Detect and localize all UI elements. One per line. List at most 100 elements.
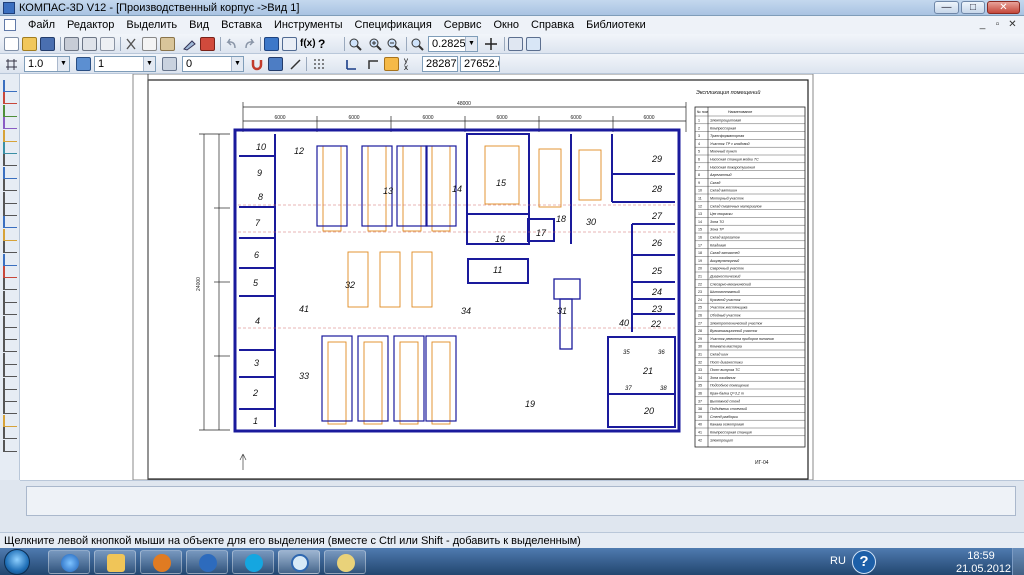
- menu-item[interactable]: Справка: [525, 18, 580, 32]
- drawing-tool-icon[interactable]: [3, 439, 17, 452]
- drawing-tool-icon[interactable]: [3, 104, 17, 117]
- ortho-icon[interactable]: [288, 57, 303, 71]
- drawing-tool-icon[interactable]: [3, 427, 17, 440]
- mdi-close-icon[interactable]: ✕: [1006, 19, 1019, 31]
- taskbar-kompas[interactable]: [278, 550, 320, 574]
- snap-magnet-icon[interactable]: [250, 57, 265, 71]
- zoom-out-icon[interactable]: [386, 37, 401, 51]
- properties-icon[interactable]: [200, 37, 215, 51]
- drawing-tool-icon[interactable]: [3, 154, 17, 167]
- minimize-button[interactable]: —: [934, 1, 959, 14]
- coord-y-field[interactable]: 27652.6: [460, 56, 500, 72]
- manager-icon[interactable]: [264, 37, 279, 51]
- menu-item[interactable]: Библиотеки: [580, 18, 652, 32]
- drawing-tool-icon[interactable]: [3, 117, 17, 130]
- drawing-tool-icon[interactable]: [3, 402, 17, 415]
- drawing-tool-icon[interactable]: [3, 228, 17, 241]
- drawing-tool-icon[interactable]: [3, 340, 17, 353]
- help-pointer-icon[interactable]: ?: [318, 37, 333, 51]
- taskbar-paint[interactable]: [324, 550, 366, 574]
- paste-icon[interactable]: [160, 37, 175, 51]
- kompas-app-icon[interactable]: [3, 2, 15, 14]
- new-document-icon[interactable]: [4, 37, 19, 51]
- taskbar-skype[interactable]: [232, 550, 274, 574]
- cursor-coords-icon[interactable]: [384, 57, 399, 71]
- chevron-down-icon[interactable]: ▼: [231, 57, 243, 71]
- drawing-tool-icon[interactable]: [3, 303, 17, 316]
- ortho-mode-icon[interactable]: [366, 57, 381, 71]
- preview-icon[interactable]: [100, 37, 115, 51]
- drawing-tool-icon[interactable]: [3, 129, 17, 142]
- drawing-tool-icon[interactable]: [3, 80, 17, 92]
- chevron-down-icon[interactable]: ▼: [57, 57, 69, 71]
- undo-icon[interactable]: [224, 37, 239, 51]
- taskbar-hp[interactable]: [186, 550, 228, 574]
- taskbar-ie[interactable]: [48, 550, 90, 574]
- show-desktop-button[interactable]: [1012, 548, 1024, 575]
- menu-item[interactable]: Окно: [487, 18, 525, 32]
- format-brush-icon[interactable]: [182, 37, 197, 51]
- chevron-down-icon[interactable]: ▼: [465, 37, 477, 51]
- zoom-scale-icon[interactable]: [410, 37, 425, 51]
- layer-icon[interactable]: [76, 57, 91, 71]
- properties-panel-body[interactable]: [26, 486, 1016, 516]
- local-snap-icon[interactable]: [268, 57, 283, 71]
- local-cs-icon[interactable]: [344, 57, 359, 71]
- taskbar-media-player[interactable]: [140, 550, 182, 574]
- floor-plan-drawing[interactable]: 48000 6000 6000 6000 6000 6000 6000 2400…: [20, 73, 1024, 481]
- refresh-icon[interactable]: [526, 37, 541, 51]
- zoom-scale-combo[interactable]: 0.2825 ▼: [428, 36, 478, 52]
- menu-item[interactable]: Редактор: [61, 18, 120, 32]
- print-icon[interactable]: [64, 37, 79, 51]
- open-folder-icon[interactable]: [22, 37, 37, 51]
- chevron-down-icon[interactable]: ▼: [143, 57, 155, 71]
- style-combo[interactable]: 1.0 ▼: [24, 56, 70, 72]
- drawing-tool-icon[interactable]: [3, 142, 17, 154]
- drawing-tool-icon[interactable]: [3, 377, 17, 390]
- maximize-button[interactable]: □: [961, 1, 985, 14]
- close-button[interactable]: ✕: [987, 1, 1020, 14]
- drawing-tool-icon[interactable]: [3, 328, 17, 340]
- clock[interactable]: 18:59 21.05.2012: [956, 551, 1011, 575]
- menu-item[interactable]: Вид: [183, 18, 215, 32]
- layer-combo[interactable]: 1 ▼: [94, 56, 156, 72]
- drawing-tool-icon[interactable]: [3, 216, 17, 229]
- drawing-tool-icon[interactable]: [3, 414, 17, 427]
- drawing-tool-icon[interactable]: [3, 365, 17, 378]
- drawing-tool-icon[interactable]: [3, 166, 17, 179]
- zoom-window-icon[interactable]: [348, 37, 363, 51]
- variables-icon[interactable]: [282, 37, 297, 51]
- view-combo[interactable]: 0 ▼: [182, 56, 244, 72]
- taskbar-explorer[interactable]: [94, 550, 136, 574]
- help-icon[interactable]: ?: [852, 550, 876, 574]
- print-preview-icon[interactable]: [82, 37, 97, 51]
- drawing-tool-icon[interactable]: [3, 191, 17, 204]
- drawing-tool-icon[interactable]: [3, 290, 17, 303]
- language-indicator[interactable]: RU: [830, 555, 846, 567]
- start-button[interactable]: [4, 549, 30, 575]
- drawing-tool-icon[interactable]: [3, 278, 17, 291]
- pan-icon[interactable]: [484, 37, 499, 51]
- drawing-tool-icon[interactable]: [3, 92, 17, 105]
- menu-item[interactable]: Инструменты: [268, 18, 349, 32]
- menu-item[interactable]: Файл: [22, 18, 61, 32]
- drawing-canvas[interactable]: 48000 6000 6000 6000 6000 6000 6000 2400…: [20, 73, 1024, 481]
- drawing-tool-icon[interactable]: [3, 315, 17, 328]
- mdi-minimize-icon[interactable]: _: [976, 19, 989, 31]
- coord-x-field[interactable]: 28287.6: [422, 56, 458, 72]
- mdi-restore-icon[interactable]: ▫: [991, 19, 1004, 31]
- drawing-tool-icon[interactable]: [3, 352, 17, 365]
- cut-icon[interactable]: [124, 37, 139, 51]
- drawing-tool-icon[interactable]: [3, 179, 17, 192]
- menu-item[interactable]: Выделить: [120, 18, 183, 32]
- view-state-icon[interactable]: [162, 57, 177, 71]
- drawing-tool-icon[interactable]: [3, 266, 17, 278]
- zoom-in-icon[interactable]: [368, 37, 383, 51]
- menu-item[interactable]: Вставка: [215, 18, 268, 32]
- drawing-tool-icon[interactable]: [3, 253, 17, 266]
- drawing-tool-icon[interactable]: [3, 390, 17, 402]
- grid-icon[interactable]: [312, 57, 327, 71]
- menu-item[interactable]: Спецификация: [349, 18, 438, 32]
- drawing-tool-icon[interactable]: [3, 204, 17, 216]
- grid-step-icon[interactable]: [4, 57, 19, 71]
